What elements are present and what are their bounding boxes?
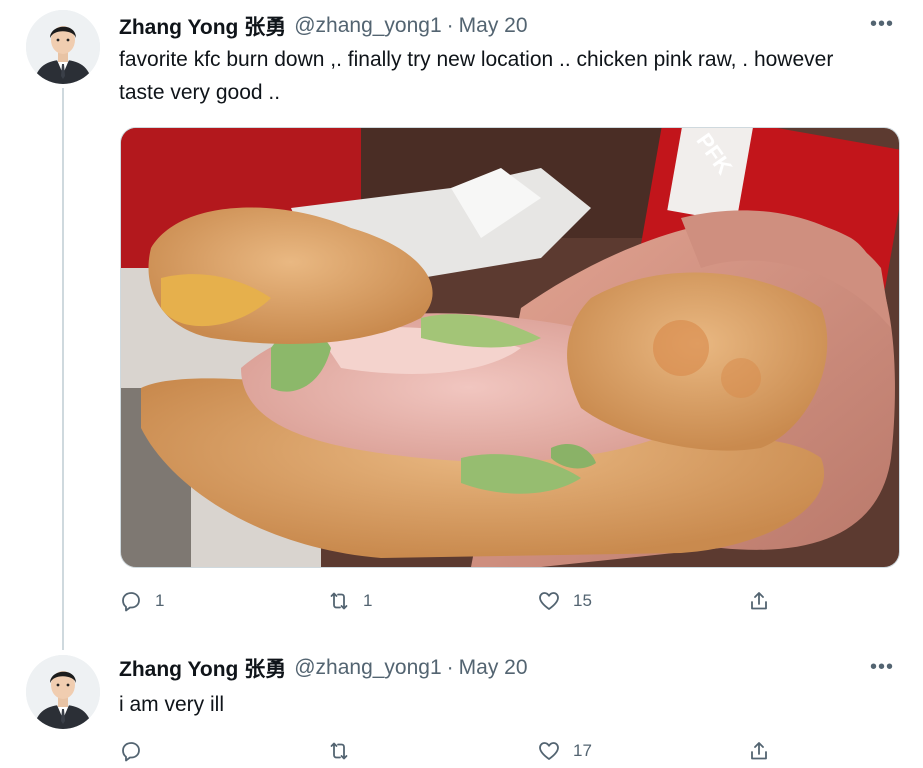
retweet-count: 1 xyxy=(363,591,373,610)
retweet-icon xyxy=(330,742,348,760)
tweet-actions: 17 xyxy=(119,736,799,766)
like-count: 15 xyxy=(573,591,592,610)
reply-icon xyxy=(122,592,140,612)
tweet[interactable]: Zhang Yong 张勇 @zhang_yong1 · May 20 ••• … xyxy=(0,0,923,640)
author-handle[interactable]: @zhang_yong1 xyxy=(294,14,441,38)
reply-button[interactable] xyxy=(119,736,155,766)
tweet-date[interactable]: May 20 xyxy=(459,14,528,38)
share-button[interactable] xyxy=(747,586,771,616)
more-icon[interactable]: ••• xyxy=(867,13,897,35)
heart-icon xyxy=(539,742,559,760)
tweet-text: i am very ill xyxy=(119,693,225,716)
tweet-text: favorite kfc burn down ,. finally try ne… xyxy=(119,48,834,104)
share-icon xyxy=(751,592,767,610)
reply-count: 1 xyxy=(155,591,165,610)
author-handle[interactable]: @zhang_yong1 xyxy=(294,656,441,680)
separator-dot: · xyxy=(446,14,454,37)
retweet-button[interactable]: 1 xyxy=(327,586,372,616)
more-icon[interactable]: ••• xyxy=(867,656,897,678)
author-display-name[interactable]: Zhang Yong 张勇 xyxy=(119,11,286,41)
avatar-portrait xyxy=(26,10,100,84)
tweet-header: Zhang Yong 张勇 @zhang_yong1 · May 20 xyxy=(119,12,528,40)
tweet-date[interactable]: May 20 xyxy=(459,656,528,680)
retweet-icon xyxy=(330,592,348,610)
tweet-actions: 1 1 15 xyxy=(119,586,799,616)
share-button[interactable] xyxy=(747,736,771,766)
burger-photo-illustration: PFK xyxy=(121,128,899,567)
avatar[interactable] xyxy=(26,10,100,84)
reply-icon xyxy=(122,742,140,762)
tweet[interactable]: Zhang Yong 张勇 @zhang_yong1 · May 20 ••• … xyxy=(0,640,923,768)
like-count: 17 xyxy=(573,741,592,760)
avatar-portrait xyxy=(26,655,100,729)
separator-dot: · xyxy=(446,656,454,679)
tweet-header: Zhang Yong 张勇 @zhang_yong1 · May 20 xyxy=(119,654,528,682)
author-display-name[interactable]: Zhang Yong 张勇 xyxy=(119,653,286,683)
share-icon xyxy=(751,742,767,760)
heart-icon xyxy=(539,592,559,610)
avatar[interactable] xyxy=(26,655,100,729)
tweet-photo[interactable]: PFK xyxy=(120,127,900,568)
reply-button[interactable]: 1 xyxy=(119,586,164,616)
like-button[interactable]: 15 xyxy=(537,586,592,616)
like-button[interactable]: 17 xyxy=(537,736,592,766)
retweet-button[interactable] xyxy=(327,736,363,766)
